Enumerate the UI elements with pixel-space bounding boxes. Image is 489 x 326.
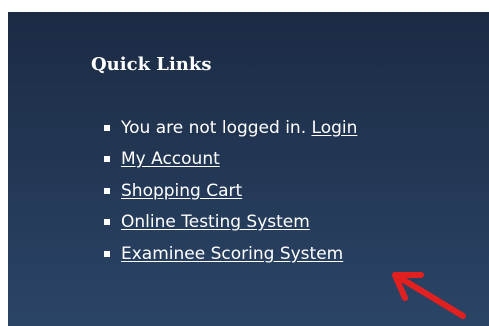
list-item-my-account: My Account: [104, 144, 357, 176]
list-item-shopping-cart: Shopping Cart: [104, 175, 357, 207]
shopping-cart-link[interactable]: Shopping Cart: [121, 181, 242, 201]
list-item-online-testing-system: Online Testing System: [104, 207, 357, 239]
list-item-login-status: You are not logged in. Login: [104, 112, 357, 144]
bullet-icon: [104, 250, 110, 257]
login-link[interactable]: Login: [312, 118, 358, 138]
red-arrow-icon: [392, 272, 466, 319]
examinee-scoring-system-link[interactable]: Examinee Scoring System: [121, 244, 343, 264]
online-testing-system-link[interactable]: Online Testing System: [121, 212, 310, 232]
quick-links-list: You are not logged in. Login My Account …: [104, 112, 357, 270]
bullet-icon: [104, 187, 110, 194]
bullet-icon: [104, 124, 110, 131]
login-status-text: You are not logged in.: [121, 117, 307, 138]
my-account-link[interactable]: My Account: [121, 149, 220, 169]
quick-links-title: Quick Links: [91, 54, 212, 75]
list-item-examinee-scoring-system: Examinee Scoring System: [104, 238, 357, 270]
bullet-icon: [104, 219, 110, 226]
bullet-icon: [104, 156, 110, 163]
